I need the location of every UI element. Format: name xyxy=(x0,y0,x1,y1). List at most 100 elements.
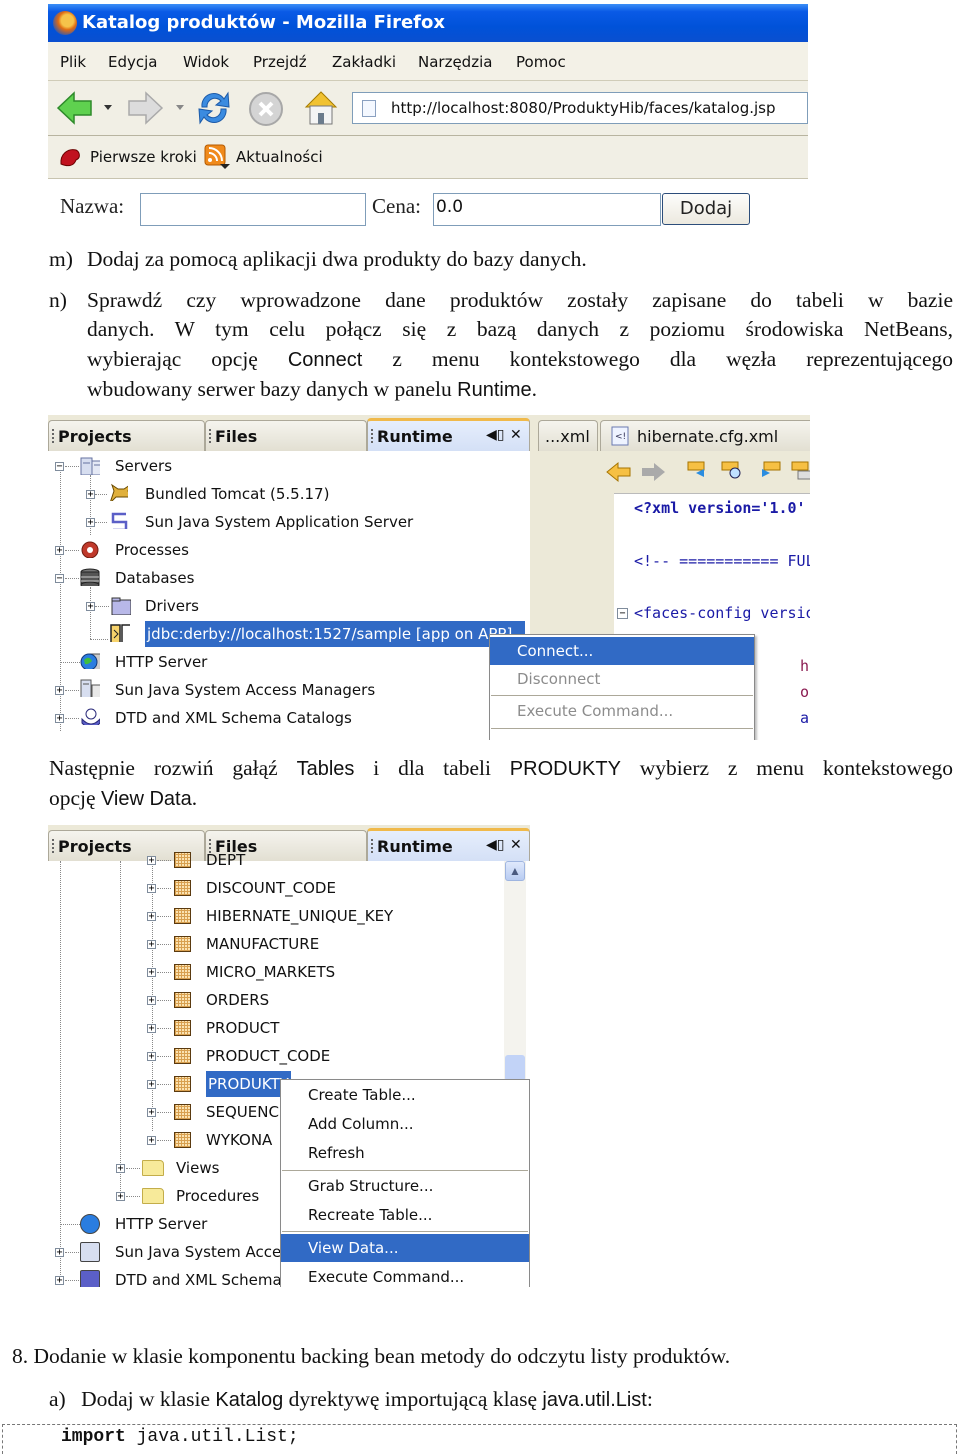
ui-term-connect: Connect xyxy=(287,349,363,371)
toggle-highlight-icon[interactable] xyxy=(790,459,810,485)
node-label: HTTP Server xyxy=(115,1215,208,1233)
expand-icon[interactable]: + xyxy=(55,714,64,724)
list-marker: m) xyxy=(49,247,73,271)
xml-catalog-icon xyxy=(81,708,100,725)
expand-icon[interactable]: + xyxy=(147,940,156,950)
tree-connector xyxy=(157,944,171,945)
expand-icon[interactable]: + xyxy=(147,1024,156,1034)
tree-connector xyxy=(157,972,171,973)
tab-projects[interactable]: Projects xyxy=(48,420,205,451)
expand-icon[interactable]: + xyxy=(55,1248,64,1258)
close-icon[interactable]: ✕ xyxy=(510,427,522,443)
expand-icon[interactable]: + xyxy=(147,968,156,978)
expand-icon[interactable]: + xyxy=(147,1108,156,1118)
tree-connector xyxy=(126,1168,140,1169)
find-previous-icon[interactable] xyxy=(686,459,714,485)
instruction-line: opcję View Data. xyxy=(49,783,197,814)
expand-icon[interactable]: + xyxy=(147,1080,156,1090)
tab-runtime[interactable]: Runtime ◀▯ ✕ xyxy=(367,828,530,861)
collapse-icon[interactable]: − xyxy=(55,574,64,584)
expand-icon[interactable]: + xyxy=(147,856,156,866)
expand-icon[interactable]: + xyxy=(86,602,95,612)
menu-plik[interactable]: Plik xyxy=(60,53,86,71)
page-icon xyxy=(362,100,376,117)
expand-icon[interactable]: + xyxy=(55,686,64,696)
scroll-up-button[interactable]: ▲ xyxy=(505,861,525,881)
ui-term-produkty: PRODUKTY xyxy=(509,758,621,780)
table-icon xyxy=(174,1076,191,1092)
collapse-icon[interactable]: − xyxy=(55,462,64,472)
reload-icon[interactable] xyxy=(196,89,232,127)
node-label: PRODUKTY xyxy=(206,1071,291,1097)
expand-icon[interactable]: + xyxy=(116,1192,125,1202)
find-icon[interactable] xyxy=(720,459,748,485)
expand-icon[interactable]: + xyxy=(86,518,95,528)
tab-label: Projects xyxy=(58,837,132,856)
tree-node-jdbc-connection[interactable]: jdbc:derby://localhost:1527/sample [app … xyxy=(48,621,530,647)
menu-narzedzia[interactable]: Narzędzia xyxy=(418,53,492,71)
stop-icon[interactable] xyxy=(248,91,284,127)
name-input[interactable] xyxy=(140,193,366,226)
expand-icon[interactable]: + xyxy=(116,1164,125,1174)
window-title-bar: Katalog produktów - Mozilla Firefox xyxy=(48,4,808,42)
menu-zakladki[interactable]: Zakładki xyxy=(332,53,396,71)
menu-edycja[interactable]: Edycja xyxy=(108,53,157,71)
ui-term-view-data: View Data xyxy=(100,788,192,810)
text-run: opcję xyxy=(49,786,96,810)
expand-icon[interactable]: + xyxy=(147,884,156,894)
tab-xml-file[interactable]: ...xml xyxy=(538,420,598,451)
page-content: Nazwa: Cena: 0.0 Dodaj xyxy=(48,179,808,234)
processes-icon xyxy=(81,541,99,558)
minimize-icon[interactable]: ◀▯ xyxy=(486,427,504,443)
http-server-icon xyxy=(80,1214,100,1234)
menu-item-execute-command[interactable]: Execute Command... xyxy=(281,1263,529,1287)
back-dropdown-icon[interactable] xyxy=(104,105,112,111)
forward-icon[interactable] xyxy=(640,461,666,483)
fold-icon[interactable]: − xyxy=(617,608,628,619)
node-label: PRODUCT xyxy=(206,1019,280,1037)
minimize-icon[interactable]: ◀▯ xyxy=(486,837,504,853)
tab-files[interactable]: Files xyxy=(205,420,367,451)
menu-item-view-data[interactable]: View Data... xyxy=(281,1234,529,1262)
menu-pomoc[interactable]: Pomoc xyxy=(516,53,566,71)
step-m: m) Dodaj za pomocą aplikacji dwa produkt… xyxy=(49,244,587,274)
expand-icon[interactable]: + xyxy=(147,912,156,922)
expand-icon[interactable]: + xyxy=(86,490,95,500)
expand-icon[interactable]: + xyxy=(55,546,64,556)
menu-item-connect[interactable]: Connect... xyxy=(490,637,754,665)
menu-item-execute-command[interactable]: Execute Command... xyxy=(490,697,754,725)
back-icon[interactable] xyxy=(606,461,632,483)
menu-item-create-table[interactable]: Create Table... xyxy=(281,1081,529,1109)
ui-term-tables: Tables xyxy=(296,758,355,780)
tree-connector xyxy=(157,1028,171,1029)
tab-hibernate-cfg[interactable]: <! hibernate.cfg.xml ✕ xyxy=(600,420,810,451)
menu-widok[interactable]: Widok xyxy=(183,53,229,71)
node-label: DTD and XML Schema Catalogs xyxy=(115,709,352,727)
expand-icon[interactable]: + xyxy=(147,1052,156,1062)
expand-icon[interactable]: + xyxy=(147,996,156,1006)
menu-item-grab-structure[interactable]: Grab Structure... xyxy=(281,1172,529,1200)
step-n-line: danych. W tym celu połącz się z bazą dan… xyxy=(87,317,953,341)
scroll-thumb[interactable] xyxy=(505,1055,525,1081)
tab-runtime[interactable]: Runtime ◀▯ ✕ xyxy=(367,418,530,451)
home-icon[interactable] xyxy=(302,89,340,127)
url-bar[interactable]: http://localhost:8080/ProduktyHib/faces/… xyxy=(352,92,808,124)
firefox-getting-started-icon xyxy=(60,149,80,167)
menu-item-refresh[interactable]: Refresh xyxy=(281,1139,529,1167)
menu-separator xyxy=(282,1170,528,1171)
menu-item-disconnect[interactable]: Disconnect xyxy=(490,665,754,693)
close-icon[interactable]: ✕ xyxy=(510,837,522,853)
find-next-icon[interactable] xyxy=(756,459,784,485)
forward-dropdown-icon[interactable] xyxy=(176,105,184,111)
forward-arrow-icon[interactable] xyxy=(126,91,164,125)
expand-icon[interactable]: + xyxy=(55,1276,64,1286)
expand-icon[interactable]: + xyxy=(147,1136,156,1146)
class-name-list: java.util.List xyxy=(542,1389,647,1411)
menu-item-recreate-table[interactable]: Recreate Table... xyxy=(281,1201,529,1229)
menu-przejdz[interactable]: Przejdź xyxy=(253,53,307,71)
back-arrow-icon[interactable] xyxy=(56,91,94,125)
dodaj-button[interactable]: Dodaj xyxy=(662,193,750,225)
menu-item-add-column[interactable]: Add Column... xyxy=(281,1110,529,1138)
price-input[interactable]: 0.0 xyxy=(433,193,661,226)
tab-label: Runtime xyxy=(377,837,453,856)
